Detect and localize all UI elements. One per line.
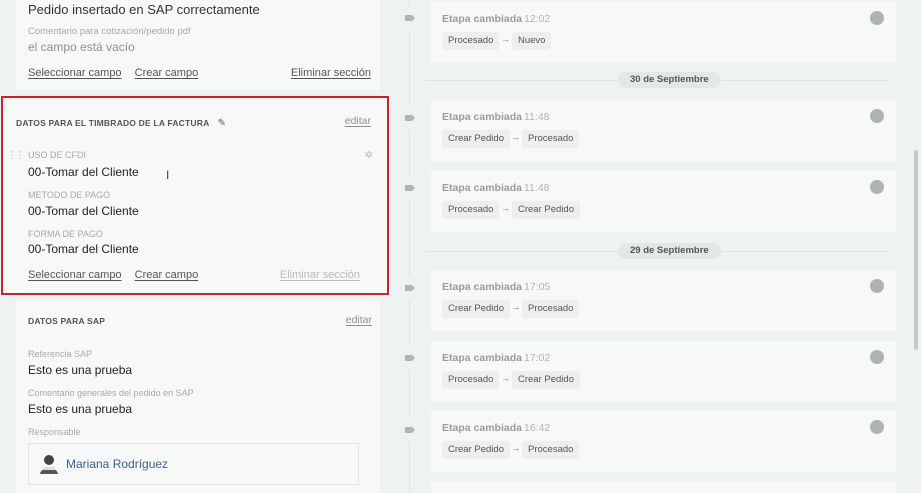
pencil-icon[interactable]: ✎ <box>218 118 227 129</box>
select-field-link[interactable]: Seleccionar campo <box>28 67 122 79</box>
user-icon[interactable] <box>870 279 884 293</box>
section-title: DATOS PARA EL TIMBRADO DE LA FACTURA <box>16 118 210 128</box>
date-label: 29 de Septiembre <box>618 243 721 259</box>
edit-section-link[interactable]: editar <box>345 115 371 127</box>
stage-to-chip: Procesado <box>522 441 580 459</box>
stage-from-chip: Procesado <box>442 371 500 389</box>
event-time: 12:02 <box>524 13 551 25</box>
timeline-event: Etapa cambiada 16:42 Crear Pedido → Proc… <box>431 411 896 472</box>
user-icon[interactable] <box>870 180 884 194</box>
avatar <box>40 455 58 474</box>
sap-data-section: DATOS PARA SAP editar Referencia SAP Est… <box>16 300 380 493</box>
payment-method-value[interactable]: 00-Tomar del Cliente <box>28 204 139 218</box>
tag-icon <box>398 346 422 370</box>
left-panel: Pedido insertado en SAP correctamente Co… <box>0 0 390 493</box>
comment-label: Comentario para cotización/pedido pdf <box>28 26 191 37</box>
user-icon[interactable] <box>870 420 884 434</box>
sap-reference-value[interactable]: Esto es una prueba <box>28 363 132 377</box>
stage-to-chip: Procesado <box>522 130 580 148</box>
timeline-event: Etapa cambiada 11:48 Crear Pedido → Proc… <box>431 100 896 161</box>
text-cursor-icon: I <box>166 168 170 182</box>
invoice-data-section: DATOS PARA EL TIMBRADO DE LA FACTURA ✎ e… <box>1 96 389 295</box>
stage-to-chip: Crear Pedido <box>512 201 580 219</box>
delete-section-link[interactable]: Eliminar sección <box>280 269 360 281</box>
edit-section-link[interactable]: editar <box>346 314 372 326</box>
payment-method-label: METODO DE PAGO <box>28 190 111 200</box>
tag-icon <box>398 6 422 30</box>
stage-info-card: Pedido insertado en SAP correctamente Co… <box>16 0 380 90</box>
stage-from-chip: Crear Pedido <box>442 441 510 459</box>
card-actions: Seleccionar campo Crear campo Eliminar s… <box>28 67 371 79</box>
user-icon[interactable] <box>870 350 884 364</box>
create-field-link[interactable]: Crear campo <box>135 67 199 79</box>
timeline-event <box>431 482 896 493</box>
sap-comment-label: Comentario generales del pedido en SAP <box>28 388 194 398</box>
payment-form-label: FORMA DE PAGO <box>28 229 103 239</box>
sap-reference-label: Referencia SAP <box>28 349 93 359</box>
timeline-event: Etapa cambiada 12:02 Procesado → Nuevo <box>431 2 896 63</box>
section-actions: Seleccionar campo Crear campo Eliminar s… <box>28 269 360 281</box>
timeline-panel: 30 de Septiembre 29 de Septiembre Etapa … <box>390 0 921 493</box>
arrow-icon: → <box>501 34 510 44</box>
section-heading: DATOS PARA EL TIMBRADO DE LA FACTURA ✎ <box>16 118 226 129</box>
tag-icon <box>398 418 422 442</box>
cfdi-value[interactable]: 00-Tomar del Cliente <box>28 165 139 179</box>
event-time: 17:02 <box>524 352 551 364</box>
stage-from-chip: Procesado <box>442 201 500 219</box>
create-field-link[interactable]: Crear campo <box>135 269 199 281</box>
sap-comment-value[interactable]: Esto es una prueba <box>28 402 132 416</box>
tag-icon <box>398 106 422 130</box>
arrow-icon: → <box>501 373 510 383</box>
timeline-event: Etapa cambiada 11:48 Procesado → Crear P… <box>431 171 896 232</box>
payment-form-value[interactable]: 00-Tomar del Cliente <box>28 242 139 256</box>
event-title: Etapa cambiada <box>442 111 522 123</box>
event-time: 11:48 <box>524 182 550 194</box>
tag-icon <box>398 176 422 200</box>
event-title: Etapa cambiada <box>442 352 522 364</box>
stage-to-chip: Crear Pedido <box>512 371 580 389</box>
arrow-icon: → <box>511 132 520 142</box>
event-time: 16:42 <box>524 422 551 434</box>
stage-from-chip: Crear Pedido <box>442 130 510 148</box>
event-title: Etapa cambiada <box>442 281 522 293</box>
responsible-label: Responsable <box>28 427 81 437</box>
event-time: 11:48 <box>524 111 550 123</box>
cfdi-label: USO DE CFDI <box>28 150 87 160</box>
timeline-event: Etapa cambiada 17:02 Procesado → Crear P… <box>431 341 896 402</box>
select-field-link[interactable]: Seleccionar campo <box>28 269 122 281</box>
stage-from-chip: Procesado <box>442 32 500 50</box>
user-icon[interactable] <box>870 109 884 123</box>
stage-to-chip: Nuevo <box>512 32 552 50</box>
comment-value: el campo está vacío <box>28 40 135 54</box>
user-icon[interactable] <box>870 11 884 25</box>
date-label: 30 de Septiembre <box>618 72 721 88</box>
event-title: Etapa cambiada <box>442 182 522 194</box>
responsible-user[interactable]: Mariana Rodríguez <box>28 443 359 485</box>
tag-icon <box>398 276 422 300</box>
arrow-icon: → <box>511 302 520 312</box>
arrow-icon: → <box>511 443 520 453</box>
arrow-icon: → <box>501 203 510 213</box>
stage-from-chip: Crear Pedido <box>442 300 510 318</box>
gear-icon[interactable]: ✲ <box>365 150 373 161</box>
delete-section-link[interactable]: Eliminar sección <box>291 67 371 79</box>
event-time: 17:05 <box>524 281 551 293</box>
event-title: Etapa cambiada <box>442 13 522 25</box>
scrollbar[interactable] <box>914 150 918 350</box>
drag-handle-icon[interactable]: ⋮⋮ <box>7 150 25 161</box>
section-title: DATOS PARA SAP <box>28 316 106 326</box>
sap-insert-message: Pedido insertado en SAP correctamente <box>28 2 260 17</box>
event-title: Etapa cambiada <box>442 422 522 434</box>
timeline-event: Etapa cambiada 17:05 Crear Pedido → Proc… <box>431 270 896 331</box>
stage-to-chip: Procesado <box>522 300 580 318</box>
responsible-name[interactable]: Mariana Rodríguez <box>66 457 168 471</box>
